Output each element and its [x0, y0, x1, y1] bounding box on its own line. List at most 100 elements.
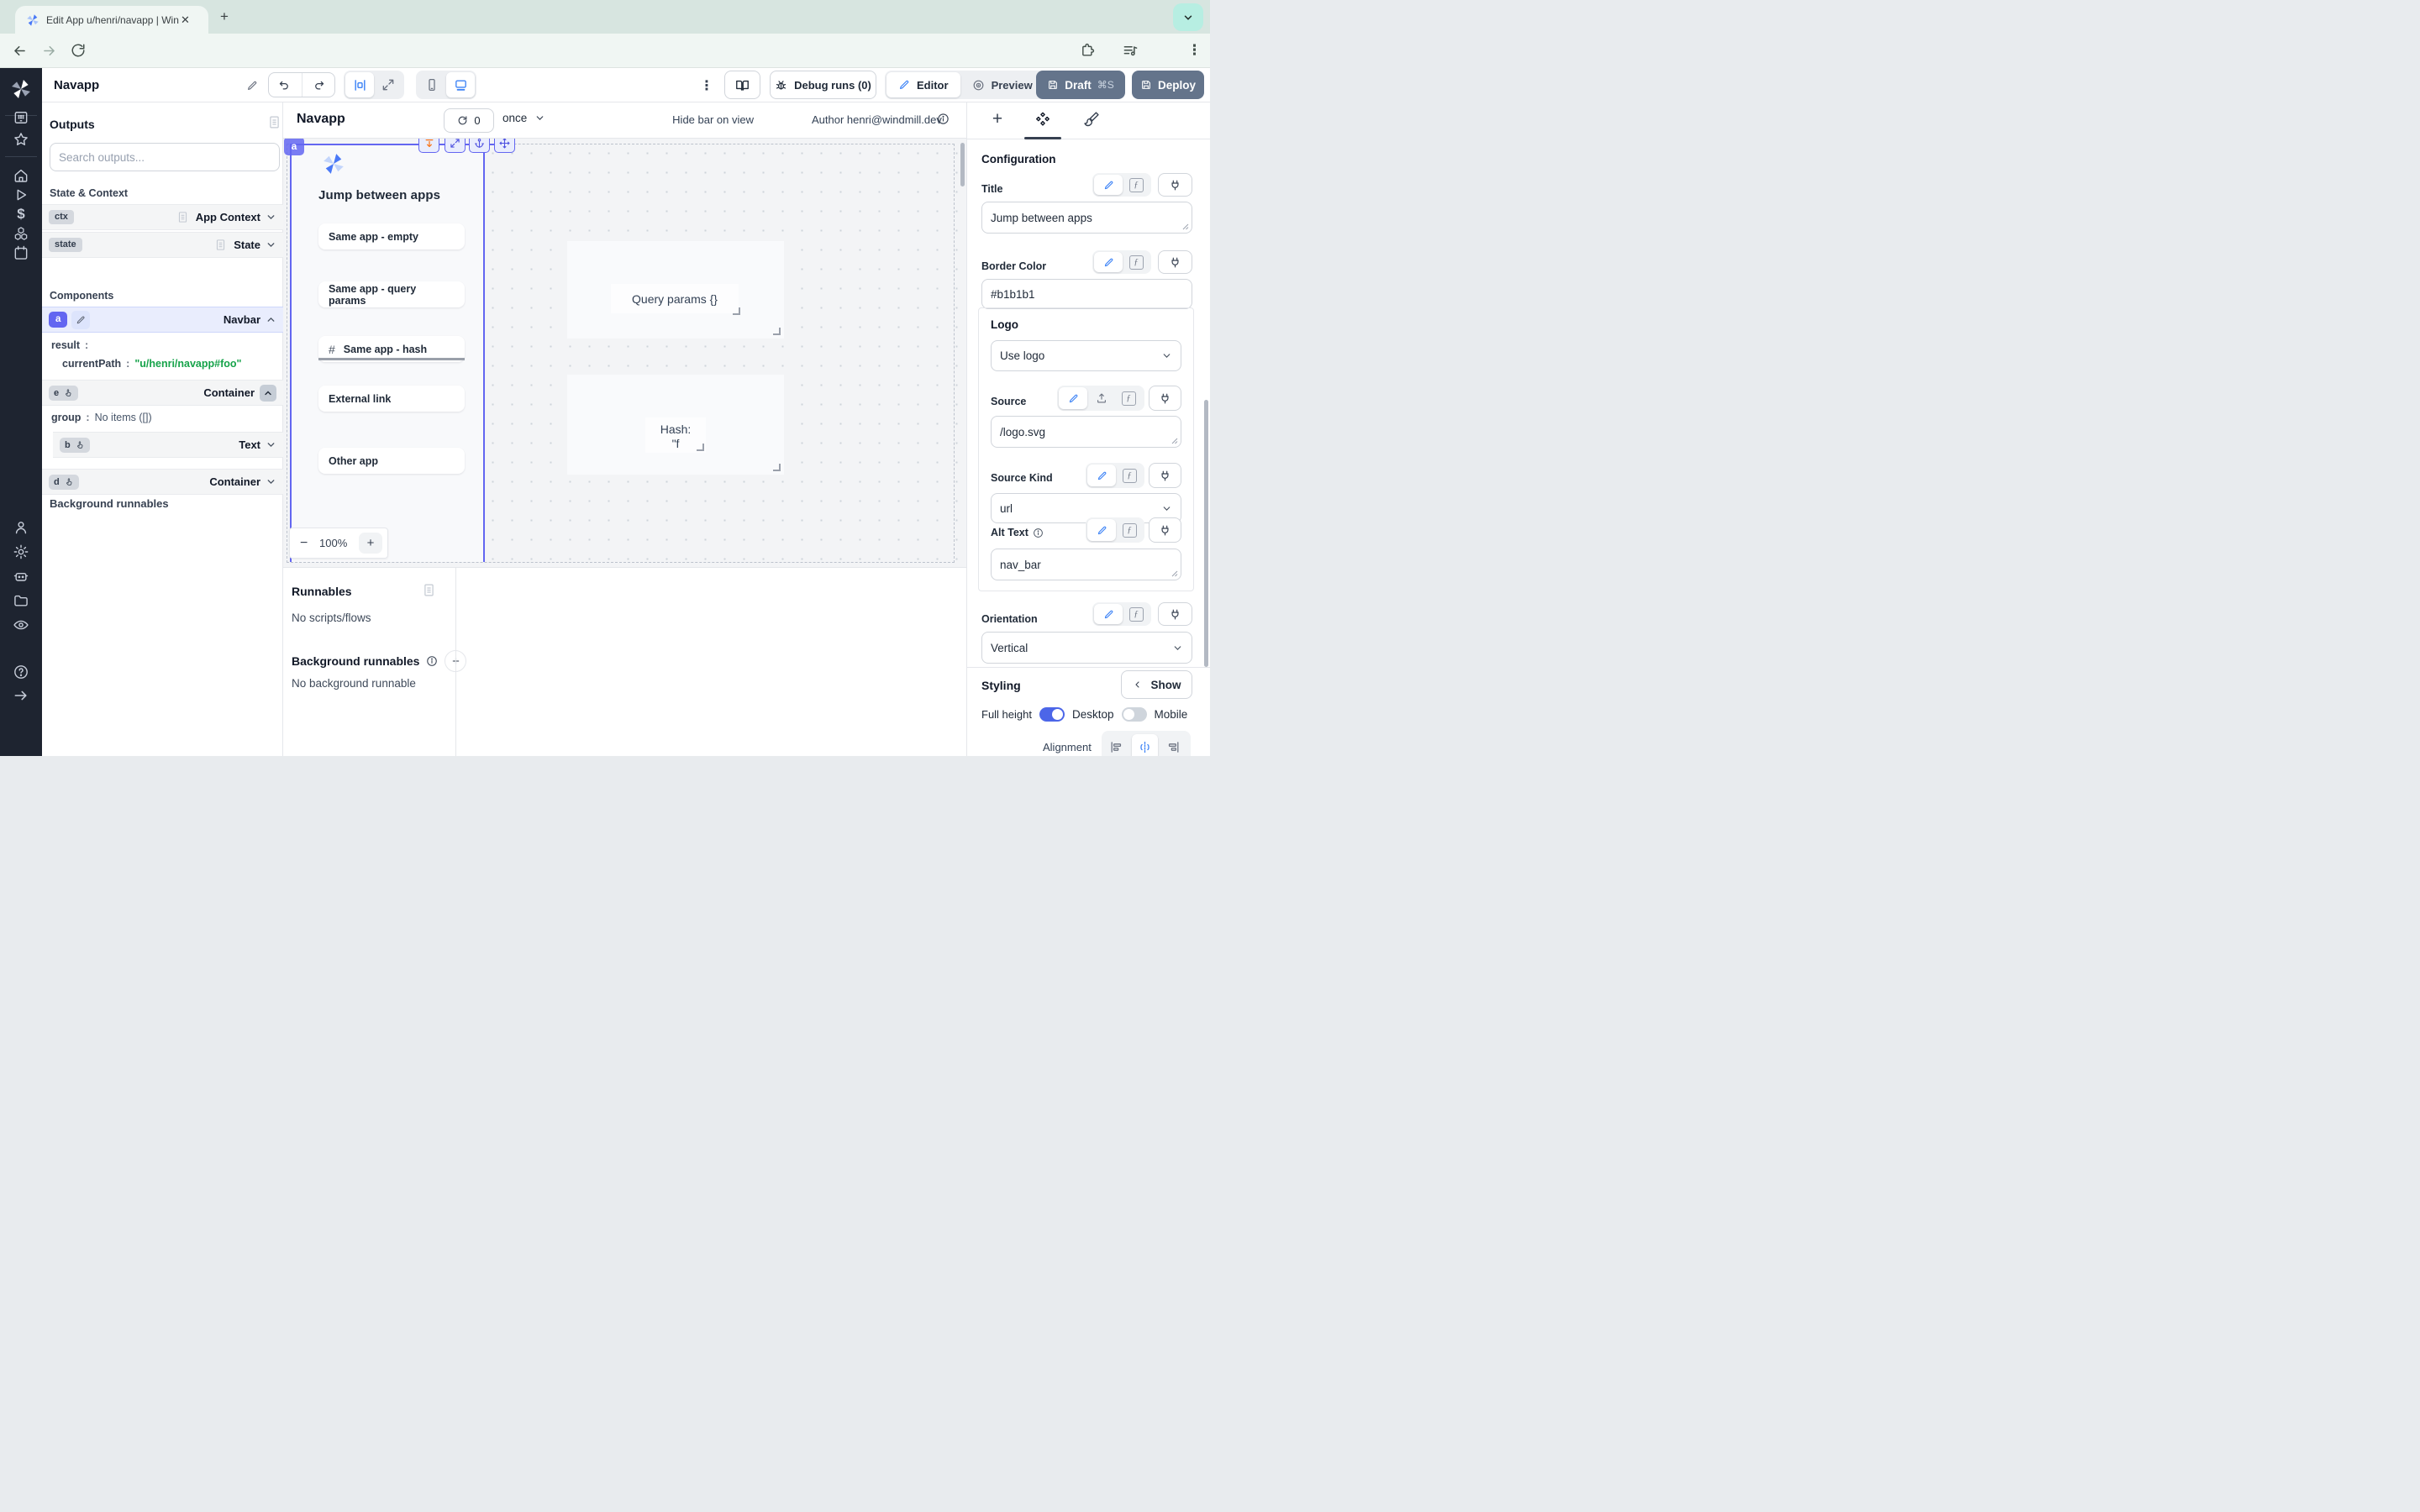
edit-title-pencil-icon[interactable]: [246, 80, 258, 92]
undo-icon[interactable]: [268, 73, 302, 97]
query-params-text-box[interactable]: Query params {}: [611, 284, 739, 313]
run-mode-dropdown[interactable]: once: [502, 112, 545, 124]
redo-icon[interactable]: [302, 73, 336, 97]
connect-plug-button[interactable]: [1149, 463, 1181, 488]
full-height-mobile-toggle[interactable]: [1122, 707, 1147, 722]
align-center-button[interactable]: [1132, 734, 1158, 757]
fx-button[interactable]: ƒ: [1116, 387, 1141, 409]
chevron-down-icon[interactable]: [266, 476, 276, 487]
help-icon[interactable]: [13, 664, 29, 680]
component-row-navbar[interactable]: a Navbar: [42, 307, 283, 333]
info-icon[interactable]: [1033, 528, 1044, 538]
home-icon[interactable]: [13, 167, 29, 184]
group-row[interactable]: group : No items ([]): [51, 412, 152, 423]
tab-close-icon[interactable]: ✕: [181, 13, 190, 27]
back-icon[interactable]: [12, 43, 28, 59]
static-pencil-button[interactable]: [1059, 387, 1087, 409]
new-tab-button[interactable]: +: [220, 8, 229, 25]
schedules-calendar-icon[interactable]: [13, 244, 29, 261]
audit-eye-icon[interactable]: [13, 617, 29, 633]
info-icon[interactable]: [426, 655, 438, 667]
nav-item-other-app[interactable]: Other app: [318, 448, 465, 474]
logo-select[interactable]: Use logo: [991, 340, 1181, 371]
query-params-container[interactable]: Query params {}: [567, 241, 784, 339]
canvas-scrollbar[interactable]: [960, 143, 965, 186]
state-row[interactable]: state State: [42, 232, 283, 258]
border-color-input[interactable]: #b1b1b1: [981, 279, 1192, 309]
resize-handle[interactable]: [733, 307, 740, 315]
connect-plug-button[interactable]: [1149, 386, 1181, 411]
favorites-star-icon[interactable]: [13, 131, 29, 148]
connect-plug-button[interactable]: [1158, 602, 1192, 626]
folders-icon[interactable]: [13, 592, 29, 609]
connect-plug-button[interactable]: [1149, 517, 1181, 543]
runnables-doc-icon[interactable]: [422, 583, 436, 597]
connect-plug-button[interactable]: [1158, 250, 1192, 274]
mobile-view-button[interactable]: [418, 72, 446, 97]
extensions-icon[interactable]: [1080, 43, 1095, 58]
browser-menu-icon[interactable]: ⋮: [1187, 42, 1202, 59]
deploy-button[interactable]: Deploy: [1132, 71, 1204, 99]
alt-text-textarea[interactable]: nav_bar: [991, 549, 1181, 580]
fullscreen-layout-button[interactable]: [374, 72, 402, 97]
static-pencil-button[interactable]: [1087, 519, 1116, 541]
zoom-out-button[interactable]: −: [300, 536, 308, 551]
windmill-logo[interactable]: [10, 78, 32, 100]
expand-down-button[interactable]: [418, 139, 439, 153]
chevron-down-icon[interactable]: [266, 239, 276, 250]
component-row-text-b[interactable]: b Text: [53, 432, 283, 458]
browser-tab[interactable]: Edit App u/henri/navapp | Win ✕: [15, 6, 208, 34]
ctx-row[interactable]: ctx App Context: [42, 204, 283, 230]
component-row-container-d[interactable]: d Container: [42, 469, 283, 495]
docs-button[interactable]: [724, 71, 760, 99]
collapse-chevron-up-icon[interactable]: [260, 385, 276, 402]
align-left-button[interactable]: [1103, 734, 1129, 757]
settings-gear-icon[interactable]: [13, 543, 29, 560]
info-icon[interactable]: [937, 113, 950, 125]
canvas-component-badge[interactable]: a: [284, 139, 304, 155]
centered-layout-button[interactable]: [345, 72, 374, 97]
rename-pencil-icon[interactable]: [71, 311, 90, 329]
hash-text-box[interactable]: Hash: "f: [645, 417, 706, 453]
fx-button[interactable]: ƒ: [1118, 519, 1141, 541]
refresh-count-button[interactable]: 0: [444, 108, 494, 133]
window-chevron-button[interactable]: [1173, 3, 1203, 31]
apps-board-icon[interactable]: [13, 109, 29, 126]
chevron-down-icon[interactable]: [266, 212, 276, 223]
static-pencil-button[interactable]: [1087, 465, 1116, 486]
editor-tab[interactable]: Editor: [886, 72, 960, 97]
component-row-container-e[interactable]: e Container: [42, 380, 283, 406]
forward-icon[interactable]: [41, 43, 57, 59]
more-options-icon[interactable]: ⋮: [700, 77, 713, 94]
full-height-desktop-toggle[interactable]: [1039, 707, 1065, 722]
resize-handle[interactable]: [697, 444, 704, 451]
connect-plug-button[interactable]: [1158, 173, 1192, 197]
resources-cubes-icon[interactable]: [13, 225, 29, 242]
chevron-down-icon[interactable]: [266, 439, 276, 450]
show-styling-button[interactable]: Show: [1121, 670, 1192, 699]
draft-button[interactable]: Draft ⌘S: [1036, 71, 1125, 99]
media-playlist-icon[interactable]: [1123, 43, 1139, 59]
outputs-doc-icon[interactable]: [267, 115, 281, 129]
resize-handle[interactable]: [773, 464, 781, 471]
nav-item-query-params[interactable]: Same app - query params: [318, 281, 465, 307]
align-right-button[interactable]: [1160, 734, 1186, 757]
anchor-button[interactable]: [469, 139, 490, 153]
fx-button[interactable]: ƒ: [1124, 175, 1148, 195]
fx-button[interactable]: ƒ: [1124, 604, 1148, 624]
workers-robot-icon[interactable]: [13, 568, 29, 585]
zoom-in-button[interactable]: +: [359, 533, 382, 554]
runs-play-icon[interactable]: [13, 186, 29, 203]
desktop-view-button[interactable]: [446, 72, 475, 97]
insert-component-tab[interactable]: +: [987, 109, 1007, 129]
chevron-up-icon[interactable]: [266, 314, 276, 325]
upload-button[interactable]: [1089, 387, 1114, 409]
resize-handle[interactable]: [773, 328, 781, 335]
debug-runs-button[interactable]: Debug runs (0): [770, 71, 876, 99]
component-settings-tab[interactable]: [1034, 111, 1051, 128]
expand-sidebar-arrow-icon[interactable]: [13, 687, 29, 704]
users-icon[interactable]: [13, 519, 29, 536]
settings-scrollbar[interactable]: [1204, 400, 1208, 667]
static-pencil-button[interactable]: [1094, 175, 1123, 195]
fullscreen-component-button[interactable]: [445, 139, 466, 153]
